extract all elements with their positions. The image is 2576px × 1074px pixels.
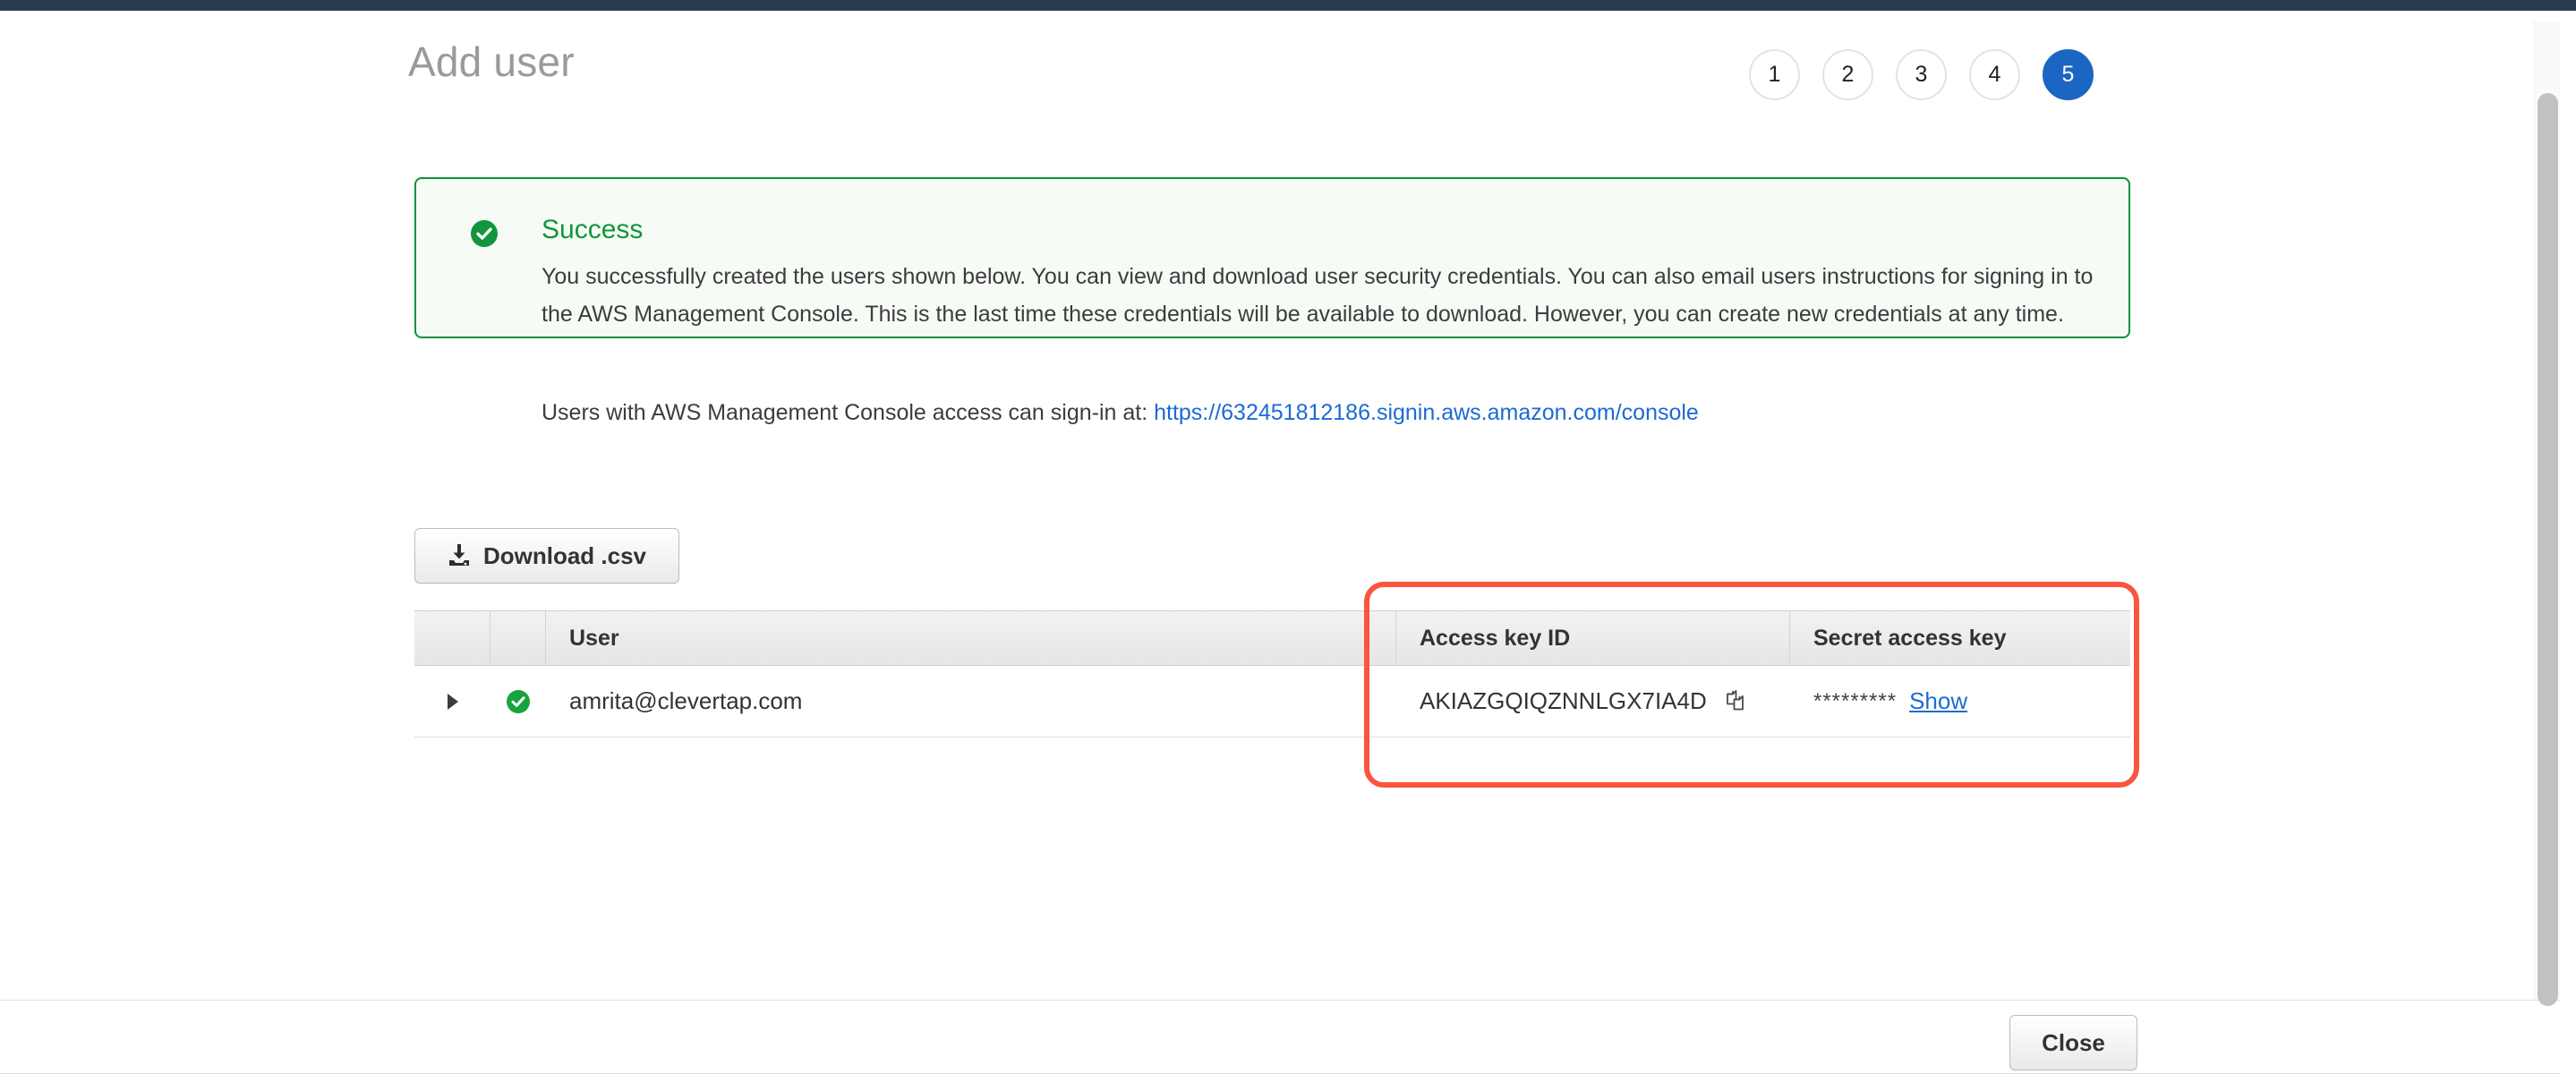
row-user-email: amrita@clevertap.com	[569, 687, 803, 714]
column-header-access-key-id: Access key ID	[1396, 611, 1790, 665]
close-button[interactable]: Close	[2009, 1015, 2137, 1070]
success-check-icon	[471, 220, 498, 247]
step-5[interactable]: 5	[2043, 49, 2094, 100]
show-secret-link[interactable]: Show	[1909, 687, 1967, 715]
download-csv-label: Download .csv	[482, 541, 647, 569]
copy-icon[interactable]	[1725, 689, 1750, 714]
vertical-scrollbar-thumb[interactable]	[2538, 93, 2558, 1006]
step-1[interactable]: 1	[1749, 49, 1800, 100]
top-nav-bar	[0, 0, 2576, 11]
table-row[interactable]: amrita@clevertap.com AKIAZGQIQZNNLGX7IA4…	[414, 666, 2130, 737]
step-2[interactable]: 2	[1822, 49, 1873, 100]
success-alert: Success You successfully created the use…	[414, 177, 2130, 425]
vertical-scrollbar-track[interactable]	[2534, 21, 2560, 1006]
footer-divider	[0, 1000, 2560, 1001]
row-status-cell	[490, 666, 546, 737]
column-header-secret-access-key: Secret access key	[1813, 625, 2007, 651]
column-header-status	[490, 611, 546, 665]
secret-key-mask: *********	[1813, 688, 1898, 713]
step-3[interactable]: 3	[1896, 49, 1947, 100]
row-access-key-cell: AKIAZGQIQZNNLGX7IA4D	[1396, 666, 1790, 737]
page-title: Add user	[408, 38, 575, 85]
alert-title: Success	[542, 215, 644, 244]
signin-url-link[interactable]: https://632451812186.signin.aws.amazon.c…	[1154, 400, 1699, 425]
column-header-user: User	[546, 611, 1396, 665]
step-4[interactable]: 4	[1969, 49, 2020, 100]
row-secret-key-cell: ********* Show	[1790, 666, 2130, 737]
signin-prefix: Users with AWS Management Console access…	[542, 400, 1148, 425]
credentials-table: User Access key ID Secret access key amr…	[414, 610, 2130, 737]
expand-arrow-icon[interactable]	[447, 693, 458, 710]
table-header-row: User Access key ID Secret access key	[414, 610, 2130, 666]
success-check-icon	[507, 689, 530, 713]
alert-body: You successfully created the users shown…	[542, 264, 2094, 327]
add-user-page: Add user 1 2 3 4 5 Success You successfu…	[0, 11, 2560, 1074]
access-key-id-value: AKIAZGQIQZNNLGX7IA4D	[1420, 687, 1707, 714]
download-icon	[448, 543, 471, 567]
download-csv-button[interactable]: Download .csv	[414, 528, 679, 584]
alert-signin-line: Users with AWS Management Console access…	[542, 397, 1699, 428]
row-expand-cell[interactable]	[414, 666, 490, 737]
step-indicator: 1 2 3 4 5	[1749, 49, 2094, 100]
column-header-expand	[414, 611, 490, 665]
